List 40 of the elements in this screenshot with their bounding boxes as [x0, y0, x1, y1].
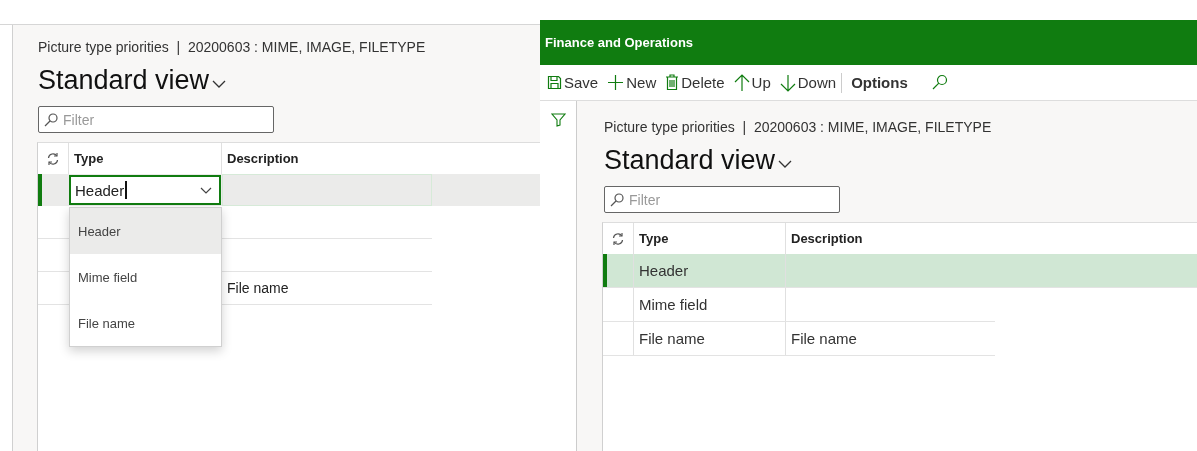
column-header[interactable]: Type	[639, 231, 669, 246]
app-title: Finance and Operations	[545, 35, 694, 50]
arrow-up-icon	[733, 73, 750, 92]
chevron-down-icon[interactable]	[778, 160, 793, 169]
page-breadcrumb: Picture type priorities | 20200603 : MIME, IMAGE, FILETYPE	[604, 119, 993, 135]
type-dropdown-field[interactable]: Header	[69, 175, 221, 205]
search-icon[interactable]	[930, 74, 948, 91]
column-header[interactable]: Description	[227, 151, 299, 166]
chevron-down-icon	[200, 187, 212, 195]
options-menu-button[interactable]: Options	[843, 67, 916, 98]
grid-row[interactable]: File name File name	[603, 322, 995, 356]
plus-icon	[607, 74, 625, 91]
trash-icon	[665, 74, 680, 91]
table-cell: File name	[639, 330, 705, 347]
toolbar-button[interactable]: Delete	[661, 67, 729, 98]
table-cell: Mime field	[639, 296, 708, 313]
chevron-down-icon[interactable]	[212, 80, 227, 89]
selected-grid-row[interactable]: Header	[38, 174, 540, 206]
save-icon	[547, 75, 562, 90]
grid-row[interactable]: Mime field	[603, 288, 995, 322]
dropdown-option[interactable]: Header	[70, 208, 221, 254]
table-cell: File name	[227, 280, 289, 296]
toolbar-button[interactable]: Save	[543, 67, 603, 98]
refresh-icon[interactable]	[46, 151, 60, 166]
arrow-down-icon	[779, 73, 796, 92]
page-breadcrumb: Picture type priorities | 20200603 : MIME, IMAGE, FILETYPE	[38, 39, 427, 55]
table-cell: File name	[791, 330, 857, 347]
column-header[interactable]: Type	[74, 151, 104, 166]
view-title: Standard view	[38, 65, 210, 96]
toolbar-button[interactable]: New	[603, 67, 661, 98]
search-icon	[610, 192, 624, 207]
search-icon	[44, 112, 58, 127]
toolbar-button[interactable]: Down	[775, 67, 841, 98]
view-title: Standard view	[604, 145, 776, 176]
toolbar-button[interactable]: Up	[729, 67, 775, 98]
refresh-icon[interactable]	[611, 231, 625, 246]
selected-grid-row[interactable]: Header	[603, 254, 1197, 288]
filter-icon[interactable]	[550, 113, 566, 127]
column-header[interactable]: Description	[791, 231, 863, 246]
table-cell: Header	[639, 262, 689, 279]
